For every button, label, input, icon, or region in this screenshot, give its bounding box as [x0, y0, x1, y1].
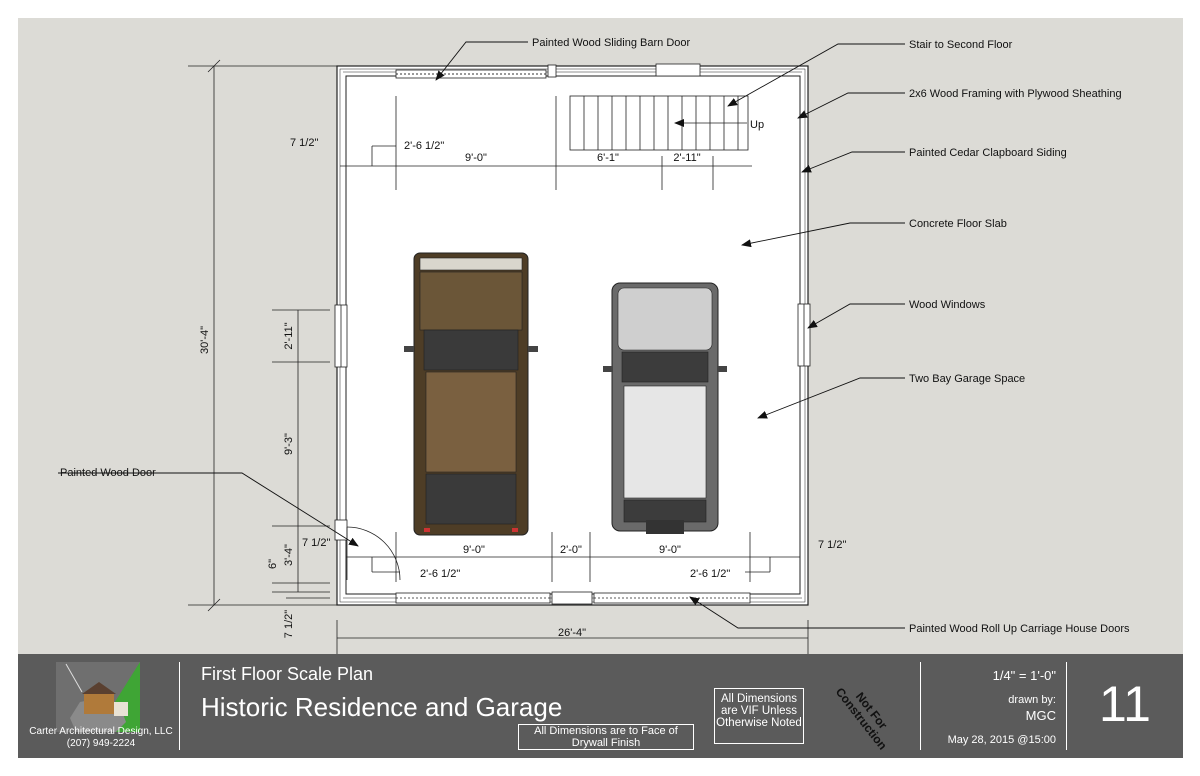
- bottom-left-inset-dim: 7 1/2": [302, 537, 330, 549]
- bottom-right-inset-dim: 7 1/2": [818, 539, 846, 551]
- title-divider: [179, 662, 180, 750]
- vif-note: All Dimensions are VIF Unless Otherwise …: [714, 688, 804, 744]
- left-6-dim: 6": [267, 559, 279, 569]
- overall-height-dim: 30'-4": [199, 326, 211, 354]
- stair-width-dim: 2'-11": [673, 152, 700, 164]
- drywall-note: All Dimensions are to Face of Drywall Fi…: [518, 724, 694, 750]
- overall-width-dim: 26'-4": [558, 627, 586, 639]
- callout-slab: Concrete Floor Slab: [909, 218, 1007, 230]
- bottom-gap-dim: 2'-0": [560, 544, 582, 556]
- stair-run-dim: 6'-1": [597, 152, 619, 164]
- carriage-house-doors: [395, 591, 751, 605]
- company-logo: [56, 662, 140, 732]
- callout-door: Painted Wood Door: [60, 467, 156, 479]
- brown-pickup-truck: [404, 252, 538, 536]
- company-name: Carter Architectural Design, LLC: [29, 726, 173, 737]
- callout-carriage-doors: Painted Wood Roll Up Carriage House Door…: [909, 623, 1130, 635]
- not-for-construction-stamp: Not For Construction: [832, 684, 891, 753]
- bottom-bay-1-dim: 9'-0": [463, 544, 485, 556]
- drawn-by-initials: MGC: [1025, 708, 1056, 723]
- left-wall-mid-dim: 9'-3": [283, 433, 295, 455]
- callout-stair: Stair to Second Floor: [909, 39, 1013, 51]
- sheet-number-divider: [1066, 662, 1067, 750]
- callout-siding: Painted Cedar Clapboard Siding: [909, 147, 1067, 159]
- callout-windows: Wood Windows: [909, 299, 986, 311]
- project-title: Historic Residence and Garage: [201, 692, 563, 722]
- bottom-left-offset-dim: 2'-6 1/2": [420, 568, 460, 580]
- sheet-number: 11: [1099, 676, 1151, 732]
- stair-up-label: Up: [750, 119, 764, 131]
- sheet-subtitle: First Floor Scale Plan: [201, 664, 374, 684]
- bottom-bay-2-dim: 9'-0": [659, 544, 681, 556]
- callout-garage: Two Bay Garage Space: [909, 373, 1025, 385]
- title-block: Carter Architectural Design, LLC (207) 9…: [18, 654, 1183, 758]
- top-left-offset-dim: 2'-6 1/2": [404, 140, 444, 152]
- callout-framing: 2x6 Wood Framing with Plywood Sheathing: [909, 88, 1122, 100]
- callout-barn-door: Painted Wood Sliding Barn Door: [532, 37, 691, 49]
- drawing-date: May 28, 2015 @15:00: [947, 734, 1056, 746]
- top-left-inset-dim: 7 1/2": [290, 137, 318, 149]
- scale-divider: [920, 662, 921, 750]
- drawing-scale: 1/4" = 1'-0": [992, 668, 1056, 683]
- white-suv: [603, 282, 727, 534]
- bottom-right-offset-dim: 2'-6 1/2": [690, 568, 730, 580]
- left-lower-dim: 3'-4": [283, 544, 295, 566]
- left-bottom-inset-dim: 7 1/2": [283, 610, 295, 638]
- top-bay-dim: 9'-0": [465, 152, 487, 164]
- company-phone: (207) 949-2224: [66, 738, 136, 749]
- left-window-dim: 2'-11": [283, 322, 295, 349]
- drawn-by-label: drawn by:: [1008, 694, 1056, 706]
